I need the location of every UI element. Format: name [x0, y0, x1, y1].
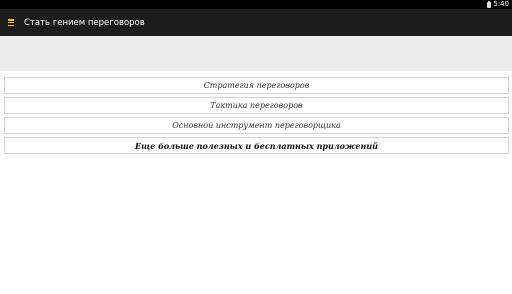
menu-item-strategy[interactable]: Стратегия переговоров [4, 77, 509, 94]
menu-list: Стратегия переговоров Тактика переговоро… [4, 77, 509, 157]
app-title: Стать гением переговоров [24, 17, 145, 28]
menu-item-more-apps[interactable]: Еще больше полезных и бесплатных приложе… [4, 137, 509, 154]
action-bar: Стать гением переговоров [0, 9, 512, 36]
ad-banner-area [0, 36, 512, 71]
menu-item-tactics[interactable]: Тактика переговоров [4, 97, 509, 114]
hamburger-menu-icon[interactable] [8, 19, 14, 26]
menu-item-label: Основной инструмент переговорщика [172, 121, 341, 130]
status-bar: 5:40 [0, 0, 512, 9]
menu-item-main-tool[interactable]: Основной инструмент переговорщика [4, 117, 509, 134]
battery-icon [487, 0, 492, 8]
status-icons: 5:40 [487, 0, 509, 9]
app-screen: 5:40 Стать гением переговоров Стратегия … [0, 0, 512, 294]
menu-item-label: Стратегия переговоров [203, 81, 310, 90]
status-time: 5:40 [493, 0, 509, 8]
menu-item-label: Еще больше полезных и бесплатных приложе… [135, 140, 378, 151]
menu-item-label: Тактика переговоров [210, 101, 303, 110]
